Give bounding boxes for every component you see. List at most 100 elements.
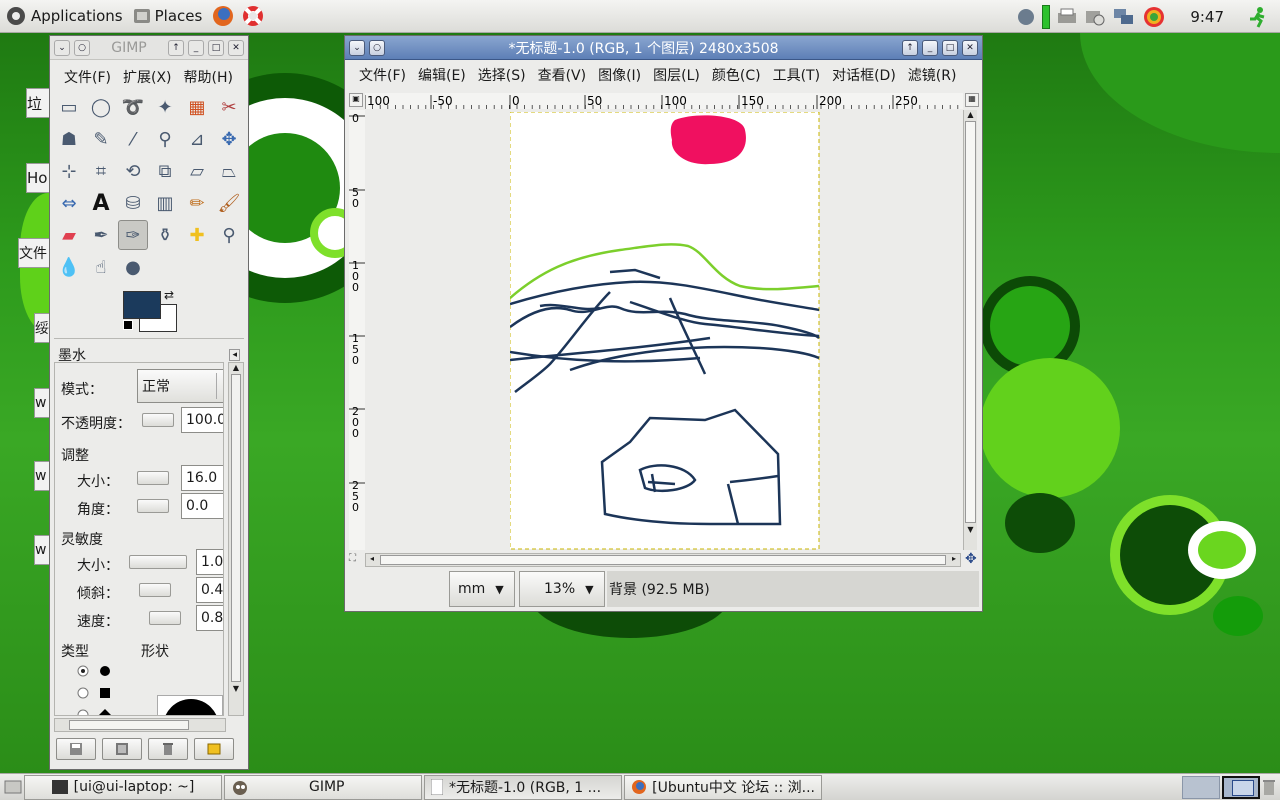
dodge-burn-icon[interactable]: ● [118,252,148,282]
menu-help[interactable]: 帮助(H) [178,67,239,87]
lasso-icon[interactable]: ➰ [118,92,148,122]
image-menu-6[interactable]: 颜色(C) [706,65,767,85]
blend-icon[interactable]: ▥ [150,188,180,218]
maximize-button[interactable]: □ [942,39,958,56]
tool-options-scrollbar[interactable]: ▲ ▼ [228,362,244,716]
angle-field[interactable]: 0.0 [181,493,223,519]
hscroll-thumb[interactable] [380,555,946,565]
flip-icon[interactable]: ⇔ [54,188,84,218]
sens-size-slider[interactable] [129,555,187,569]
speed-field[interactable]: 0.8 [196,605,223,631]
delete-options-button[interactable] [148,738,188,760]
navigate-corner-icon[interactable]: ▦ [965,93,979,107]
pencil-icon[interactable]: ✏ [182,188,212,218]
trash-applet-icon[interactable] [1262,778,1276,796]
clock[interactable]: 9:47 [1190,8,1224,26]
image-menu-2[interactable]: 选择(S) [472,65,532,85]
clone-icon[interactable]: ⚱ [150,220,180,250]
places-menu[interactable]: Places [128,0,208,33]
navigate-icon[interactable]: ✥ [965,551,977,567]
airbrush-icon[interactable]: ✒ [86,220,116,250]
menu-extensions[interactable]: 扩展(X) [117,67,178,87]
zoom-fit-corner-icon[interactable]: ⛶ [349,553,363,567]
speed-slider[interactable] [149,611,181,625]
size-field[interactable]: 16.0 [181,465,223,491]
workspace-2[interactable] [1222,775,1260,799]
ink-shape-blob[interactable] [161,697,221,716]
task-image-window[interactable]: *无标题-1.0 (RGB, 1 ... [424,774,622,800]
opacity-field[interactable]: 100.0 [181,407,223,433]
close-button[interactable]: ✕ [228,39,244,56]
tilt-field[interactable]: 0.4 [196,577,223,603]
tool-options-hscrollbar[interactable] [54,718,226,732]
fuzzy-select-icon[interactable]: ✦ [150,92,180,122]
network-manager-icon[interactable] [1016,7,1036,27]
canvas-viewport[interactable] [365,110,961,550]
ellipse-select-icon[interactable]: ◯ [86,92,116,122]
image-menu-5[interactable]: 图层(L) [647,65,706,85]
reset-options-button[interactable] [194,738,234,760]
restore-options-button[interactable] [102,738,142,760]
show-desktop-icon[interactable] [4,779,22,795]
raise-button[interactable]: ↑ [902,39,918,56]
tab-menu-icon[interactable]: ◂ [229,349,240,361]
mode-select[interactable]: 正常 [137,369,223,403]
sticky-button[interactable]: ○ [74,39,90,56]
image-menu-4[interactable]: 图像(I) [592,65,647,85]
window-menu-button[interactable]: ⌄ [54,39,70,56]
power-icon[interactable] [1084,7,1106,27]
scissors-icon[interactable]: ✂ [214,92,244,122]
scroll-thumb[interactable] [231,374,241,682]
menu-file[interactable]: 文件(F) [58,67,117,87]
perspective-clone-icon[interactable]: ⚲ [214,220,244,250]
printer-icon[interactable] [1056,7,1078,27]
size-slider[interactable] [137,471,169,485]
image-menu-3[interactable]: 查看(V) [532,65,593,85]
maximize-button[interactable]: □ [208,39,224,56]
image-titlebar[interactable]: ⌄ ○ *无标题-1.0 (RGB, 1 个图层) 2480x3508 ↑ _ … [345,36,982,60]
image-menu-9[interactable]: 滤镜(R) [902,65,963,85]
zoom-select[interactable]: 13% ▼ [519,571,605,607]
horizontal-ruler[interactable]: 100 -50 0 50 100 150 200 250 [365,93,963,109]
logout-running-man-icon[interactable] [1246,5,1270,29]
quick-mask-corner-icon[interactable]: ▣ [349,93,363,107]
vscroll-thumb[interactable] [965,121,976,523]
rotate-icon[interactable]: ⟲ [118,156,148,186]
toolbox-titlebar[interactable]: ⌄ ○ GIMP ↑ _ □ ✕ [50,36,248,60]
applications-menu[interactable]: Applications [0,0,128,33]
image-menu-8[interactable]: 对话框(D) [826,65,902,85]
help-lifebuoy-icon[interactable] [241,4,265,28]
workspace-1[interactable] [1182,775,1220,799]
vertical-ruler[interactable]: 050100150200250 [349,110,365,550]
image-menu-1[interactable]: 编辑(E) [412,65,472,85]
close-button[interactable]: ✕ [962,39,978,56]
ink-icon[interactable]: ✑ [118,220,148,250]
swap-colors-icon[interactable]: ⇄ [164,288,174,302]
opacity-slider[interactable] [142,413,174,427]
heal-icon[interactable]: ✚ [182,220,212,250]
align-icon[interactable]: ⊹ [54,156,84,186]
update-notifier-icon[interactable] [1142,5,1166,29]
angle-slider[interactable] [137,499,169,513]
tilt-slider[interactable] [139,583,171,597]
sens-size-field[interactable]: 1.0 [196,549,223,575]
window-menu-button[interactable]: ⌄ [349,39,365,56]
move-icon[interactable]: ✥ [214,124,244,154]
paths-icon[interactable]: ✎ [86,124,116,154]
blur-icon[interactable]: 💧 [54,252,84,282]
minimize-button[interactable]: _ [188,39,204,56]
task-terminal[interactable]: [ui@ui-laptop: ~] [24,774,222,800]
perspective-icon[interactable]: ⏢ [214,156,244,186]
firefox-launcher-icon[interactable] [211,4,235,28]
desktop-icon-label[interactable]: 文件 [18,238,52,268]
unit-select[interactable]: mm ▼ [449,571,515,607]
zoom-icon[interactable]: ⚲ [150,124,180,154]
crop-icon[interactable]: ⌗ [86,156,116,186]
color-picker-icon[interactable]: ⁄ [118,124,148,154]
task-firefox[interactable]: [Ubuntu中文 论坛 :: 浏... [624,774,822,800]
sticky-button[interactable]: ○ [369,39,385,56]
image-menu-7[interactable]: 工具(T) [767,65,826,85]
shear-icon[interactable]: ▱ [182,156,212,186]
bucket-fill-icon[interactable]: ⛁ [118,188,148,218]
save-options-button[interactable] [56,738,96,760]
